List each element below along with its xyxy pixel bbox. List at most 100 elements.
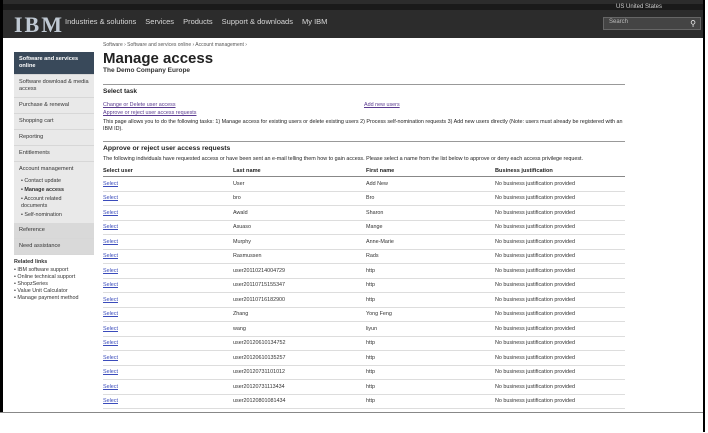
select-user-link[interactable]: Select (103, 350, 233, 366)
table-row: Select user20110715155347 http No business … (103, 278, 625, 293)
related-link-shopz[interactable]: • ShopzSeries (14, 281, 104, 288)
requests-table: Select user Last name First name Busines… (103, 166, 625, 424)
last-name-cell: Awald (233, 205, 366, 221)
select-user-link[interactable]: Select (103, 321, 233, 337)
requests-description: The following individuals have requested… (103, 156, 584, 162)
select-task-heading: Select task (103, 84, 625, 95)
table-row: Select user20110716182900 http No business … (103, 292, 625, 308)
table-row: Select user20120731113434 http No business … (103, 379, 625, 395)
add-new-users-link[interactable]: Add new users (364, 101, 625, 109)
select-user-link[interactable]: Select (103, 307, 233, 322)
table-row: Select Zhang Yong Feng No business justific… (103, 307, 625, 322)
justification-cell: No business justification provided (495, 249, 625, 264)
justification-cell: No business justification provided (495, 365, 625, 380)
select-user-link[interactable]: Select (103, 191, 233, 206)
first-name-cell: http (366, 350, 495, 366)
first-name-cell: Mange (366, 220, 495, 235)
select-user-link[interactable]: Select (103, 176, 233, 192)
nav-products[interactable]: Products (183, 17, 213, 26)
related-link-payment[interactable]: • Manage payment method (14, 295, 104, 302)
nav-my-ibm[interactable]: My IBM (302, 17, 327, 26)
nav-industries[interactable]: Industries & solutions (65, 17, 136, 26)
related-link-support[interactable]: • IBM software support (14, 267, 104, 274)
select-user-link[interactable]: Select (103, 205, 233, 221)
select-user-link[interactable]: Select (103, 292, 233, 308)
select-user-link[interactable]: Select (103, 249, 233, 264)
table-row: Select Rasmussen Rads No business justifica… (103, 249, 625, 264)
table-body: Select User Add New No business justificati… (103, 176, 625, 424)
select-user-link[interactable]: Select (103, 278, 233, 293)
justification-cell: No business justification provided (495, 263, 625, 279)
select-user-link[interactable]: Select (103, 365, 233, 380)
sidebar-item-reference[interactable]: Reference (14, 223, 94, 239)
justification-cell: No business justification provided (495, 394, 625, 409)
justification-cell: No business justification provided (495, 350, 625, 366)
ibm-logo[interactable]: IBM (14, 12, 64, 38)
main-content: Software › Software and services online … (103, 42, 625, 424)
table-row: Select user20120610135257 http No business … (103, 350, 625, 366)
search-placeholder: Search (609, 19, 629, 25)
table-row: Select Awald Sharon No business justificati… (103, 205, 625, 221)
justification-cell: No business justification provided (495, 321, 625, 337)
sidebar-subitem-contact-update[interactable]: • Contact update (14, 177, 94, 186)
search-icon[interactable]: ⚲ (688, 18, 698, 28)
first-name-cell: http (366, 263, 495, 279)
sidebar-item-entitlements[interactable]: Entitlements (14, 146, 94, 162)
last-name-cell: wang (233, 321, 366, 337)
related-link-calculator[interactable]: • Value Unit Calculator (14, 288, 104, 295)
justification-cell: No business justification provided (495, 205, 625, 221)
justification-cell: No business justification provided (495, 191, 625, 206)
sidebar: Software and services online Software do… (14, 52, 94, 255)
search-input[interactable]: Search ⚲ (603, 17, 701, 30)
table-row: Select bro Bro No business justification pr… (103, 191, 625, 206)
sidebar-item-purchase[interactable]: Purchase & renewal (14, 98, 94, 114)
last-name-cell: user20110715155347 (233, 278, 366, 293)
country-selector[interactable]: US United States (616, 4, 662, 10)
table-row: Select Asuaso Mange No business justificati… (103, 220, 625, 235)
select-user-link[interactable]: Select (103, 220, 233, 235)
table-row: Select user20120731101012 http No business … (103, 365, 625, 380)
last-name-cell: user20120731101012 (233, 365, 366, 380)
sidebar-item-cart[interactable]: Shopping cart (14, 114, 94, 130)
first-name-cell: http (366, 379, 495, 395)
sidebar-item-software-services[interactable]: Software and services online (14, 52, 94, 75)
last-name-cell: User (233, 176, 366, 192)
select-user-link[interactable]: Select (103, 379, 233, 395)
table-row: Select user20120610134752 http No business … (103, 336, 625, 351)
sidebar-subitem-manage-access[interactable]: • Manage access (14, 186, 94, 195)
sidebar-subitem-self-nomination[interactable]: • Self-nomination (14, 211, 94, 220)
table-row: Select user20120801081434 http No business … (103, 394, 625, 409)
sidebar-group-account: Account management • Contact update • Ma… (14, 162, 94, 223)
justification-cell: No business justification provided (495, 379, 625, 395)
task-col-right: Add new users (364, 101, 625, 117)
select-user-link[interactable]: Select (103, 336, 233, 351)
first-name-cell: http (366, 336, 495, 351)
last-name-cell: user20120731113434 (233, 379, 366, 395)
last-name-cell: user20120801081434 (233, 394, 366, 409)
select-user-link[interactable]: Select (103, 234, 233, 250)
select-user-link[interactable]: Select (103, 394, 233, 409)
col-header-first-name: First name (366, 166, 495, 177)
nav-support[interactable]: Support & downloads (222, 17, 293, 26)
sidebar-item-account-management[interactable]: Account management (14, 162, 94, 177)
nav-services[interactable]: Services (145, 17, 174, 26)
sidebar-item-reporting[interactable]: Reporting (14, 130, 94, 146)
table-row: Select User Add New No business justificati… (103, 176, 625, 192)
window-border-right (703, 0, 708, 432)
requests-heading: Approve or reject user access requests (103, 141, 625, 152)
page-title: Manage access (103, 50, 214, 67)
sidebar-item-download[interactable]: Software download & media access (14, 75, 94, 98)
select-user-link[interactable]: Select (103, 263, 233, 279)
change-delete-link[interactable]: Change or Delete user access (103, 101, 364, 109)
first-name-cell: http (366, 278, 495, 293)
breadcrumb[interactable]: Software › Software and services online … (103, 42, 625, 48)
sidebar-item-assistance[interactable]: Need assistance (14, 239, 94, 255)
col-header-last-name: Last name (233, 166, 366, 177)
related-link-technical[interactable]: • Online technical support (14, 274, 104, 281)
sidebar-subitem-documents[interactable]: • Account related documents (14, 195, 94, 211)
first-name-cell: Sharon (366, 205, 495, 221)
col-header-justification: Business justification (495, 166, 625, 177)
last-name-cell: user20120610134752 (233, 336, 366, 351)
approve-reject-link[interactable]: Approve or reject user access requests (103, 109, 364, 117)
company-name: The Demo Company Europe (103, 67, 191, 74)
